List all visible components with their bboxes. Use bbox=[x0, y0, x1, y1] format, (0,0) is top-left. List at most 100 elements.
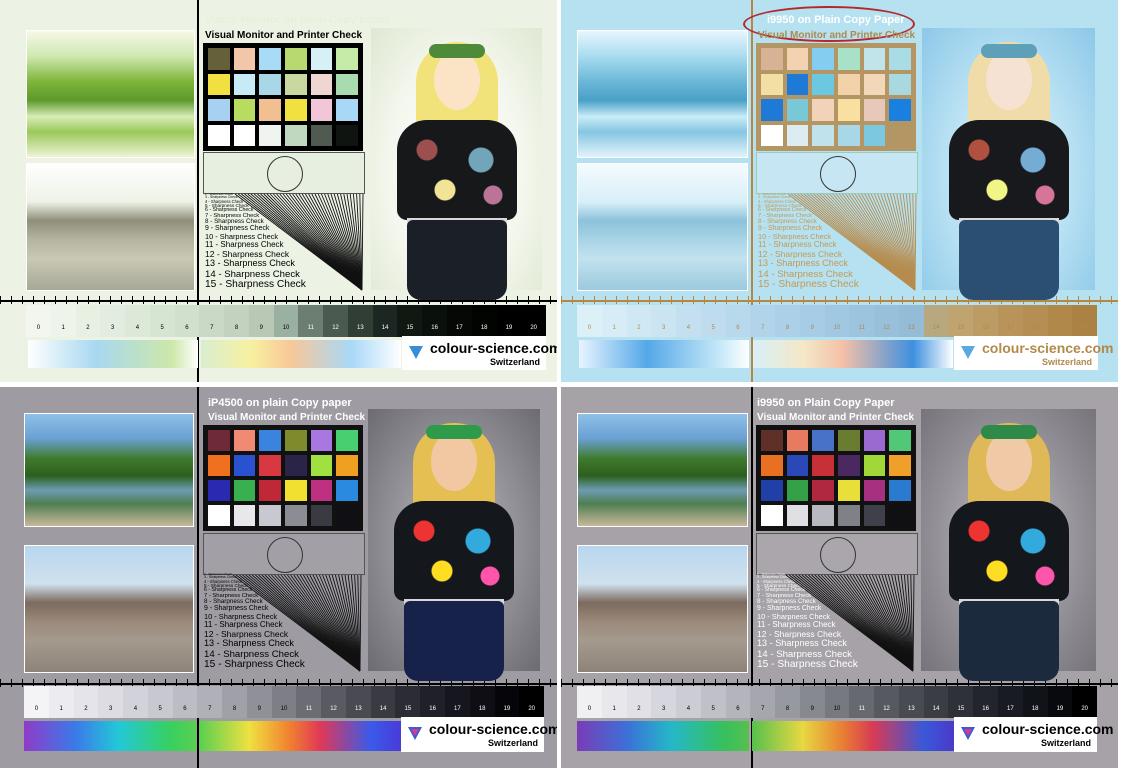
registration-circle bbox=[820, 156, 856, 192]
greyscale-numbers: 0 1 2 3 4 5 6 7 8 9 10 11 12 13 14 15 16 17 18 19 20 bbox=[577, 325, 1097, 335]
color-swatch bbox=[812, 430, 834, 451]
circle-target bbox=[756, 152, 918, 194]
woman-portrait bbox=[921, 409, 1096, 681]
greyscale-number: 16 bbox=[982, 325, 989, 331]
color-swatch bbox=[889, 73, 911, 95]
portrait-pants bbox=[958, 601, 1059, 681]
greyscale-number: 1 bbox=[612, 325, 616, 331]
portrait-pants bbox=[406, 220, 507, 300]
brand-name: colour-science.com bbox=[982, 340, 1114, 356]
landscape-photo bbox=[577, 30, 748, 158]
greyscale-number: 1 bbox=[59, 706, 63, 712]
color-swatch bbox=[208, 480, 230, 501]
color-swatch bbox=[786, 430, 809, 451]
greyscale-number: 4 bbox=[135, 325, 140, 331]
color-swatch bbox=[889, 430, 911, 451]
greyscale-number: 15 bbox=[404, 706, 412, 712]
portrait-face bbox=[431, 431, 477, 491]
color-swatch bbox=[336, 455, 358, 476]
greyscale-number: 17 bbox=[454, 706, 461, 712]
sharpness-fan-line bbox=[912, 574, 915, 672]
color-swatch bbox=[336, 430, 358, 451]
color-swatch bbox=[863, 430, 886, 451]
color-swatch bbox=[284, 480, 307, 501]
greyscale-number: 3 bbox=[109, 706, 113, 712]
color-swatch bbox=[208, 124, 230, 146]
greyscale-number: 1 bbox=[61, 325, 65, 331]
portrait-floral-top bbox=[394, 501, 514, 601]
color-swatch bbox=[233, 73, 256, 95]
greyscale-number: 4 bbox=[686, 325, 691, 331]
print-sample-panel-1: Visual Monitor on plain Copy paper Visua… bbox=[0, 0, 557, 382]
color-swatch bbox=[310, 48, 333, 70]
color-swatch bbox=[761, 455, 783, 476]
greyscale-number: 20 bbox=[1081, 706, 1089, 712]
color-swatch bbox=[336, 480, 358, 501]
color-swatch bbox=[837, 48, 860, 70]
color-swatch bbox=[812, 124, 834, 146]
print-sample-panel-2: i9950 on Plain Copy Paper Visual Monitor… bbox=[561, 0, 1118, 382]
greyscale-number: 12 bbox=[330, 706, 337, 712]
greyscale-number: 0 bbox=[34, 706, 39, 712]
greyscale-numbers: 0 1 2 3 4 5 6 7 8 9 10 11 12 13 14 15 16 17 18 19 20 bbox=[26, 325, 546, 335]
color-swatch bbox=[259, 430, 281, 451]
registration-circle bbox=[267, 156, 303, 192]
color-swatch bbox=[786, 505, 809, 526]
color-swatch bbox=[863, 455, 886, 476]
greyscale-number: 14 bbox=[932, 325, 940, 331]
greyscale-number: 3 bbox=[662, 706, 666, 712]
greyscale-number: 5 bbox=[158, 706, 162, 712]
greyscale-number: 18 bbox=[478, 706, 486, 712]
color-swatch bbox=[786, 99, 809, 121]
color-swatch bbox=[863, 73, 886, 95]
greyscale-number: 0 bbox=[587, 706, 592, 712]
greyscale-number: 17 bbox=[1007, 706, 1014, 712]
color-swatch bbox=[786, 455, 809, 476]
gradient-bar-right bbox=[753, 340, 953, 368]
brand-country: Switzerland bbox=[1040, 738, 1091, 748]
portrait-face bbox=[433, 50, 480, 110]
greyscale-number: 18 bbox=[1031, 706, 1039, 712]
brand-box: colour-science.com Switzerland bbox=[402, 336, 557, 370]
color-swatch bbox=[284, 505, 307, 526]
greyscale-number: 5 bbox=[160, 325, 164, 331]
color-swatch bbox=[786, 48, 809, 70]
greyscale-number: 4 bbox=[686, 706, 691, 712]
portrait-pants bbox=[958, 220, 1059, 300]
greyscale-number: 10 bbox=[833, 706, 841, 712]
panel-caption: Visual Monitor on plain Copy paper bbox=[205, 14, 390, 26]
triangle-logo-icon bbox=[961, 727, 975, 740]
color-swatch bbox=[837, 480, 860, 501]
color-swatch bbox=[761, 73, 783, 95]
greyscale-number: 6 bbox=[185, 325, 189, 331]
color-swatch bbox=[233, 99, 256, 121]
greyscale-number: 13 bbox=[907, 706, 915, 712]
greyscale-number: 8 bbox=[785, 325, 790, 331]
greyscale-number: 10 bbox=[280, 706, 288, 712]
color-palette bbox=[756, 425, 916, 531]
greyscale-number: 15 bbox=[957, 325, 965, 331]
greyscale-number: 9 bbox=[810, 325, 814, 331]
gradient-bar-right bbox=[201, 340, 401, 368]
brand-name: colour-science.com bbox=[429, 721, 557, 737]
greyscale-number: 16 bbox=[429, 706, 436, 712]
color-swatch bbox=[863, 124, 886, 146]
color-swatch bbox=[259, 48, 281, 70]
color-palette bbox=[203, 425, 363, 531]
greyscale-number: 15 bbox=[406, 325, 414, 331]
greyscale-number: 6 bbox=[183, 706, 187, 712]
greyscale-number: 2 bbox=[84, 706, 88, 712]
gradient-bar-left bbox=[579, 340, 749, 368]
triangle-logo-icon bbox=[409, 346, 423, 359]
color-swatch bbox=[812, 505, 834, 526]
greyscale-number: 9 bbox=[257, 706, 261, 712]
color-swatch bbox=[259, 455, 281, 476]
sharpness-fan bbox=[234, 193, 364, 291]
color-swatch bbox=[310, 124, 333, 146]
greyscale-number: 15 bbox=[957, 706, 965, 712]
greyscale-number: 7 bbox=[208, 706, 212, 712]
greyscale-number: 14 bbox=[381, 325, 389, 331]
circle-target bbox=[756, 533, 918, 575]
color-swatch bbox=[889, 505, 911, 526]
landscape-photo bbox=[26, 30, 195, 158]
